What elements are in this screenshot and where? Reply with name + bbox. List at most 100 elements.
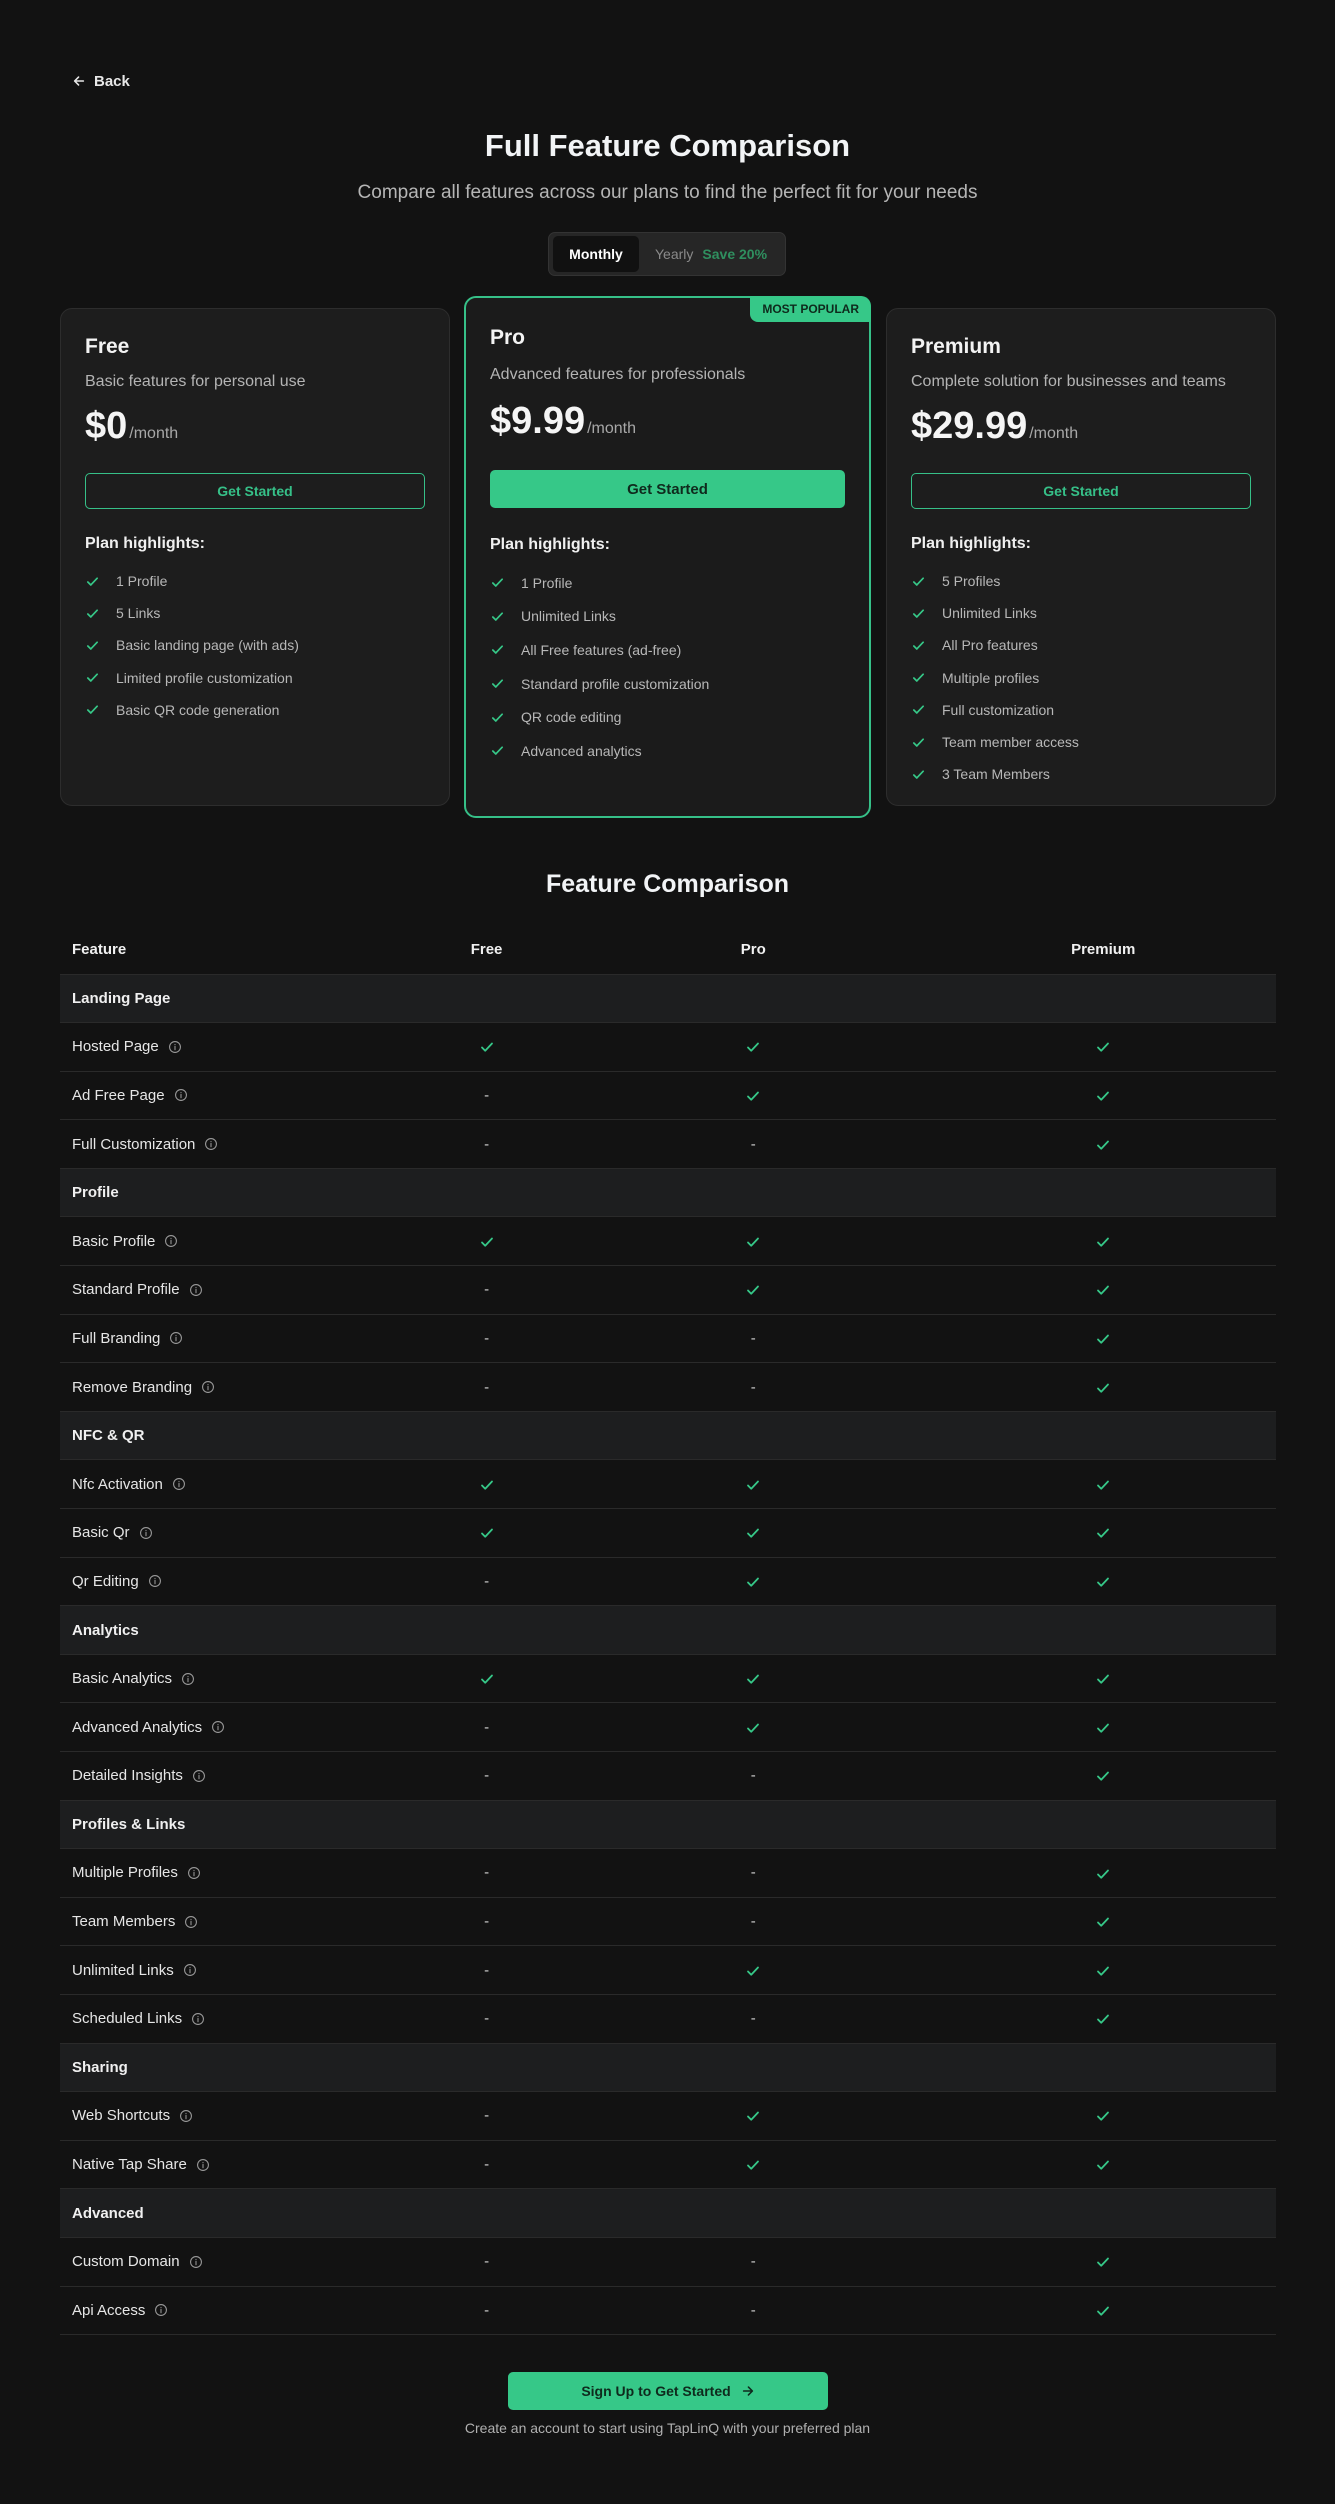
price-period: /month	[1029, 425, 1079, 442]
not-included-dash: -	[750, 1378, 756, 1396]
check-icon	[747, 1723, 760, 1733]
feature-name: Full Customization	[72, 1135, 196, 1153]
info-icon[interactable]	[211, 1720, 225, 1734]
value-cell: -	[396, 1557, 577, 1607]
not-included-dash: -	[750, 2301, 756, 2319]
value-cell: -	[396, 1897, 577, 1947]
column-header-feature: Feature	[60, 926, 397, 975]
value-cell: -	[576, 1848, 931, 1898]
yearly-option[interactable]: Yearly Save 20%	[655, 246, 767, 262]
category-row: Sharing	[60, 2043, 1276, 2093]
most-popular-badge: MOST POPULAR	[750, 296, 871, 322]
sign-up-button[interactable]: Sign Up to Get Started	[508, 2372, 828, 2410]
check-icon	[912, 737, 925, 747]
info-icon[interactable]	[154, 2303, 168, 2317]
highlights-title: Plan highlights:	[490, 536, 610, 553]
table-row: Basic Profile	[60, 1216, 1276, 1267]
info-icon[interactable]	[187, 1866, 201, 1880]
info-icon[interactable]	[148, 1574, 162, 1588]
check-icon	[912, 673, 925, 682]
info-icon[interactable]	[191, 2012, 205, 2026]
value-cell: -	[396, 1848, 577, 1898]
get-started-button[interactable]: Get Started	[490, 470, 845, 508]
highlight-label: Team member access	[942, 734, 1079, 751]
value-cell: -	[576, 2237, 931, 2287]
check-icon	[1097, 1480, 1110, 1490]
info-icon[interactable]	[168, 1040, 182, 1054]
feature-name: Advanced Analytics	[72, 1718, 203, 1736]
get-started-button[interactable]: Get Started	[85, 473, 425, 509]
plan-price: $29.99 /month	[911, 405, 1078, 448]
info-icon[interactable]	[169, 1331, 183, 1345]
check-icon	[1097, 1285, 1110, 1295]
info-icon[interactable]	[139, 1526, 153, 1540]
check-icon	[747, 1577, 760, 1587]
back-label: Back	[94, 72, 130, 90]
feature-cell: Basic Profile	[60, 1216, 397, 1267]
comparison-body: Landing Page Hosted Page Ad Free Page - Full…	[60, 974, 1276, 2336]
check-icon	[747, 1674, 760, 1684]
page-title: Full Feature Comparison	[484, 128, 851, 163]
monthly-option[interactable]: Monthly	[553, 236, 639, 272]
feature-cell: Multiple Profiles	[60, 1848, 397, 1898]
highlight-label: Standard profile customization	[521, 675, 710, 692]
check-icon	[480, 1674, 493, 1684]
check-icon	[1097, 1723, 1110, 1733]
info-icon[interactable]	[184, 1915, 198, 1929]
plan-price: $0 /month	[85, 405, 178, 448]
info-icon[interactable]	[189, 1283, 203, 1297]
not-included-dash: -	[484, 2301, 490, 2319]
get-started-button[interactable]: Get Started	[911, 473, 1251, 509]
value-cell	[576, 1702, 931, 1752]
table-row: Api Access - -	[60, 2286, 1276, 2336]
info-icon[interactable]	[196, 2158, 210, 2172]
check-icon	[491, 679, 504, 688]
info-icon[interactable]	[192, 1769, 206, 1783]
value-cell	[576, 1557, 931, 1607]
info-icon[interactable]	[183, 1963, 197, 1977]
back-link[interactable]: Back	[72, 70, 130, 92]
category-label: Advanced	[60, 2188, 1276, 2238]
check-icon	[491, 578, 504, 588]
table-header: Feature Free Pro Premium	[60, 926, 1276, 975]
check-icon	[747, 1966, 760, 1976]
highlight-item: Advanced analytics	[490, 734, 709, 768]
check-icon	[480, 1480, 493, 1490]
not-included-dash: -	[484, 1767, 490, 1785]
feature-cell: Native Tap Share	[60, 2140, 397, 2190]
value-cell	[576, 1216, 931, 1267]
feature-name: Native Tap Share	[72, 2156, 187, 2174]
info-icon[interactable]	[204, 1137, 218, 1151]
check-icon	[1097, 2257, 1110, 2267]
info-icon[interactable]	[174, 1088, 188, 1102]
value-cell	[930, 1314, 1276, 1364]
check-icon	[1097, 1237, 1110, 1247]
feature-name: Standard Profile	[72, 1281, 180, 1299]
info-icon[interactable]	[189, 2255, 203, 2269]
check-icon	[1097, 1869, 1110, 1879]
info-icon[interactable]	[181, 1672, 195, 1686]
info-icon[interactable]	[179, 2109, 193, 2123]
value-cell: -	[576, 1314, 931, 1364]
highlight-item: Standard profile customization	[490, 667, 709, 701]
value-cell: -	[396, 1362, 577, 1412]
highlight-item: Unlimited Links	[490, 600, 709, 634]
value-cell: -	[396, 1314, 577, 1364]
info-icon[interactable]	[201, 1380, 215, 1394]
not-included-dash: -	[750, 2253, 756, 2271]
not-included-dash: -	[750, 1864, 756, 1882]
plan-name: Pro	[490, 326, 526, 349]
not-included-dash: -	[484, 1086, 490, 1104]
highlight-label: 3 Team Members	[942, 766, 1050, 783]
page-subtitle: Compare all features across our plans to…	[357, 182, 978, 203]
value-cell: -	[396, 1945, 577, 1995]
not-included-dash: -	[750, 1913, 756, 1931]
highlight-label: All Free features (ad-free)	[521, 641, 682, 658]
table-row: Web Shortcuts -	[60, 2091, 1276, 2141]
info-icon[interactable]	[172, 1477, 186, 1491]
price-period: /month	[129, 425, 179, 442]
info-icon[interactable]	[164, 1234, 178, 1248]
value-cell: -	[576, 1751, 931, 1801]
not-included-dash: -	[484, 1135, 490, 1153]
feature-cell: Ad Free Page	[60, 1071, 397, 1121]
